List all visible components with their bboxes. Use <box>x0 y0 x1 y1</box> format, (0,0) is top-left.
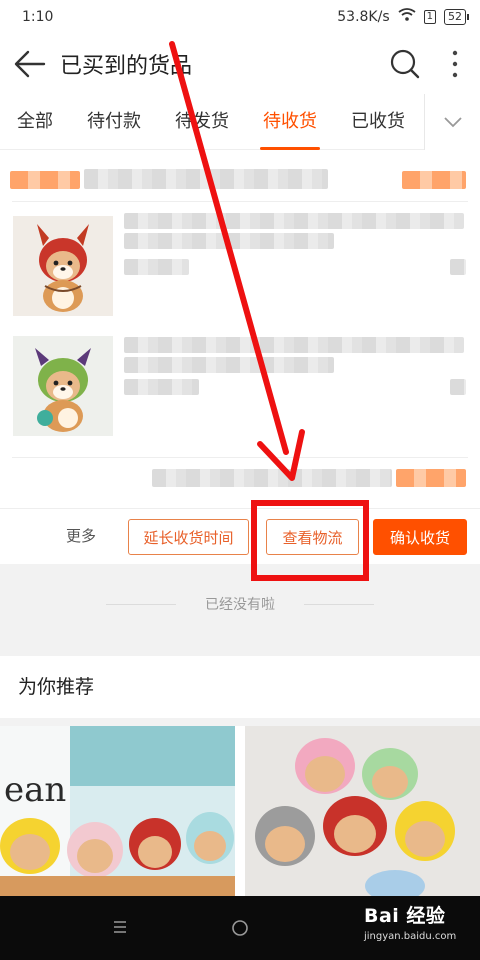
battery-icon: 52 <box>444 9 469 25</box>
page-title: 已买到的货品 <box>60 54 193 79</box>
shop-name-blurred[interactable] <box>84 169 328 189</box>
section-gap <box>0 718 480 726</box>
watermark-brand: Bai 经验 <box>364 905 446 927</box>
product-qty-blurred <box>450 379 466 395</box>
more-vertical-icon <box>452 50 458 78</box>
wifi-icon <box>398 8 416 26</box>
order-status-blurred <box>402 171 466 189</box>
list-end-text: 已经没有啦 <box>205 597 275 613</box>
recommend-product-image[interactable] <box>245 726 480 896</box>
product-image[interactable] <box>13 336 113 436</box>
product-spec-blurred <box>124 379 199 395</box>
status-bar: 1:10 53.8K/s 1 52 <box>0 0 480 34</box>
search-icon <box>390 49 420 79</box>
menu-icon[interactable] <box>113 920 127 934</box>
product-title-blurred-line2 <box>124 357 334 373</box>
divider <box>12 457 468 458</box>
watermark-url: jingyan.baidu.com <box>364 931 457 942</box>
divider <box>304 604 374 605</box>
confirm-receipt-button[interactable]: 确认收货 <box>373 519 467 555</box>
search-button[interactable] <box>380 34 430 94</box>
product-title-blurred-line2 <box>124 233 334 249</box>
highlight-box <box>251 500 369 581</box>
product-spec-blurred <box>124 259 189 275</box>
chevron-down-icon <box>443 117 462 128</box>
status-indicators: 53.8K/s 1 52 <box>337 8 469 26</box>
extend-receipt-label: 延长收货时间 <box>143 528 234 547</box>
order-total-blurred <box>152 469 392 487</box>
status-time: 1:10 <box>22 9 54 25</box>
recommend-title: 为你推荐 <box>0 656 480 718</box>
order-actions: 更多 延长收货时间 查看物流 确认收货 <box>0 508 480 564</box>
system-nav-bar: Bai 经验 jingyan.baidu.com <box>0 896 480 960</box>
order-card[interactable] <box>0 151 480 563</box>
order-status-tabs: 全部 待付款 待发货 待收货 已收货 <box>0 94 480 150</box>
more-menu-button[interactable] <box>430 34 480 94</box>
back-arrow-icon <box>14 50 46 78</box>
home-icon[interactable] <box>231 919 249 937</box>
product-image[interactable] <box>13 216 113 316</box>
sim-icon: 1 <box>423 10 436 24</box>
tab-received[interactable]: 已收货 <box>334 94 422 150</box>
back-button[interactable] <box>0 34 60 94</box>
tab-all[interactable]: 全部 <box>0 94 70 150</box>
plush-toy-image <box>13 216 113 316</box>
tab-pending-shipment[interactable]: 待发货 <box>158 94 246 150</box>
order-price-blurred <box>396 469 466 487</box>
recommend-product-image[interactable]: ean <box>0 726 235 896</box>
extend-receipt-button[interactable]: 延长收货时间 <box>128 519 249 555</box>
confirm-receipt-label: 确认收货 <box>389 528 450 547</box>
network-speed: 53.8K/s <box>337 9 390 25</box>
nav-bar: 已买到的货品 <box>0 34 480 94</box>
product-qty-blurred <box>450 259 466 275</box>
plush-toy-image <box>13 336 113 436</box>
svg-text:ean: ean <box>4 770 66 810</box>
tab-pending-payment[interactable]: 待付款 <box>70 94 158 150</box>
plush-toys-image <box>245 726 480 896</box>
divider <box>12 201 468 202</box>
battery-level: 52 <box>448 10 462 23</box>
more-actions-link[interactable]: 更多 <box>66 525 96 546</box>
plush-toys-image: ean <box>0 726 235 896</box>
tabs-expand-button[interactable] <box>424 94 480 150</box>
product-title-blurred[interactable] <box>124 337 464 353</box>
tab-pending-receipt[interactable]: 待收货 <box>246 94 334 150</box>
baidu-jingyan-watermark: Bai 经验 jingyan.baidu.com <box>364 902 474 956</box>
shop-badge-blurred <box>10 171 80 189</box>
list-end-area: 已经没有啦 <box>0 564 480 656</box>
product-title-blurred[interactable] <box>124 213 464 229</box>
